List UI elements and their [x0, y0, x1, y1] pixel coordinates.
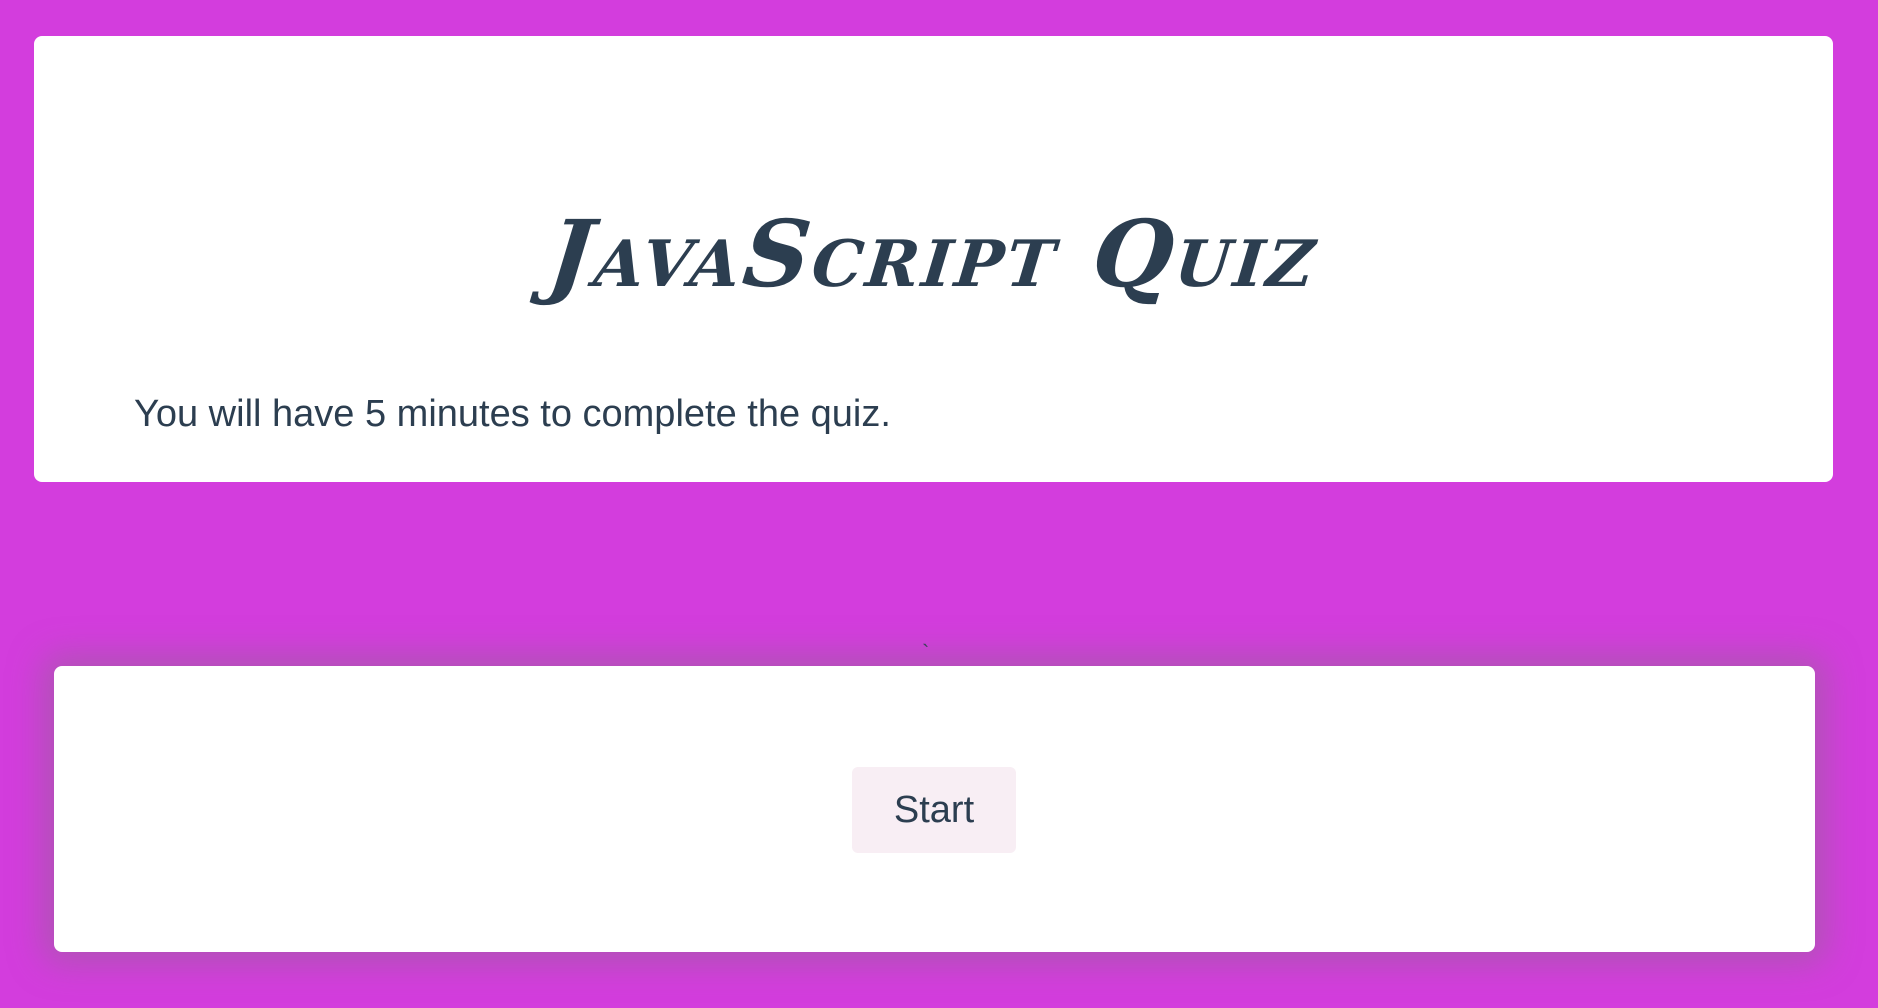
- quiz-header-card: JavaScript Quiz You will have 5 minutes …: [34, 36, 1833, 482]
- start-card: Start: [54, 666, 1815, 952]
- quiz-instructions: You will have 5 minutes to complete the …: [134, 393, 891, 435]
- stray-backtick-text: `: [922, 640, 930, 665]
- quiz-title: JavaScript Quiz: [543, 200, 1324, 308]
- start-button[interactable]: Start: [852, 767, 1016, 853]
